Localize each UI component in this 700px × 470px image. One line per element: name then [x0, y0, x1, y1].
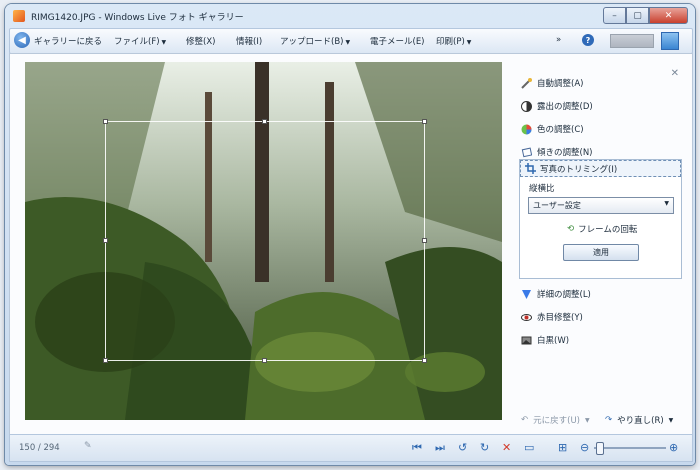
- auto-adjust-label: 自動調整(A): [537, 79, 584, 89]
- color-item[interactable]: 色の調整(C): [521, 121, 584, 137]
- photo-counter: 150 / 294: [19, 443, 60, 453]
- menu-file-label: ファイル(F): [114, 37, 160, 47]
- crop-handle[interactable]: [103, 358, 108, 363]
- fix-pane: ✕ 自動調整(A) 露出の調整(D) 色の調整(C) 傾きの調整(N) 写真のト…: [517, 62, 689, 426]
- chevron-down-icon: ▼: [466, 39, 472, 46]
- crop-handle[interactable]: [422, 238, 427, 243]
- slideshow-icon[interactable]: ▭: [524, 441, 534, 454]
- bw-label: 白黒(W): [537, 336, 570, 346]
- auto-adjust-item[interactable]: 自動調整(A): [521, 75, 583, 91]
- redeye-item[interactable]: 赤目修整(Y): [521, 309, 583, 325]
- back-to-gallery-link[interactable]: ギャラリーに戻る: [34, 35, 102, 47]
- gallery-view-icon[interactable]: [661, 32, 679, 50]
- main-content: ✕ 自動調整(A) 露出の調整(D) 色の調整(C) 傾きの調整(N) 写真のト…: [9, 53, 693, 435]
- straighten-item[interactable]: 傾きの調整(N): [521, 144, 593, 160]
- redeye-icon: [521, 312, 532, 323]
- close-pane-icon[interactable]: ✕: [671, 68, 679, 79]
- detail-item[interactable]: 詳細の調整(L): [521, 286, 591, 302]
- menu-fix[interactable]: 修整(X): [186, 35, 215, 47]
- rotate-left-icon[interactable]: ↺: [458, 441, 467, 454]
- window-title: RIMG1420.JPG - Windows Live フォト ギャラリー: [31, 13, 244, 23]
- crop-handle[interactable]: [262, 119, 267, 124]
- undo-icon: ↶: [521, 415, 529, 425]
- apply-button[interactable]: 適用: [563, 244, 639, 261]
- redo-label: やり直し(R): [617, 416, 664, 426]
- edit-icon[interactable]: ✎: [84, 441, 92, 451]
- crop-panel: 写真のトリミング(I) 縦横比 ユーザー設定 ▼ ⟲ フレームの回転 適用: [519, 159, 682, 279]
- bw-item[interactable]: 白黒(W): [521, 332, 569, 348]
- menu-info[interactable]: 情報(I): [236, 35, 262, 47]
- crop-frame[interactable]: [103, 119, 427, 363]
- window-controls: – ▢ ✕: [603, 7, 688, 24]
- fit-to-window-icon[interactable]: ⊞: [558, 441, 567, 454]
- chevron-down-icon: ▼: [584, 416, 590, 424]
- chevron-down-icon: ▼: [664, 200, 669, 207]
- redeye-label: 赤目修整(Y): [537, 313, 583, 323]
- redo-icon: ↷: [605, 415, 613, 425]
- menu-upload-label: アップロード(B): [280, 37, 344, 47]
- zoom-slider-handle[interactable]: [596, 442, 604, 455]
- exposure-item[interactable]: 露出の調整(D): [521, 98, 593, 114]
- minimize-button[interactable]: –: [603, 7, 626, 24]
- menu-file[interactable]: ファイル(F) ▼: [114, 35, 166, 47]
- title-bar: RIMG1420.JPG - Windows Live フォト ギャラリー – …: [5, 4, 695, 28]
- crop-handle[interactable]: [262, 358, 267, 363]
- previous-icon[interactable]: ⏮: [412, 441, 422, 455]
- bw-icon: [521, 335, 532, 346]
- close-button[interactable]: ✕: [649, 7, 688, 24]
- straighten-icon: [521, 147, 533, 158]
- zoom-slider[interactable]: [594, 442, 666, 455]
- aspect-ratio-select[interactable]: ユーザー設定 ▼: [528, 197, 674, 214]
- menu-print[interactable]: 印刷(P) ▼: [436, 35, 471, 47]
- zoom-in-icon[interactable]: ⊕: [669, 441, 678, 454]
- help-icon[interactable]: ?: [582, 34, 594, 46]
- undo-button[interactable]: ↶ 元に戻す(U) ▼: [521, 412, 590, 428]
- straighten-label: 傾きの調整(N): [537, 148, 593, 158]
- color-label: 色の調整(C): [537, 125, 584, 135]
- menu-overflow[interactable]: »: [556, 35, 561, 45]
- rotate-frame-icon: ⟲: [567, 224, 575, 234]
- aspect-ratio-value: ユーザー設定: [533, 201, 581, 210]
- menu-print-label: 印刷(P): [436, 37, 465, 47]
- redo-button[interactable]: ↷ やり直し(R) ▼: [605, 412, 673, 428]
- next-icon[interactable]: ⏭: [435, 441, 445, 455]
- rotate-frame-label: フレームの回転: [578, 225, 638, 235]
- delete-icon[interactable]: ✕: [502, 441, 511, 454]
- aspect-ratio-label: 縦横比: [529, 184, 555, 194]
- menu-bar: ◀ ギャラリーに戻る ファイル(F) ▼ 修整(X) 情報(I) アップロード(B…: [9, 28, 693, 54]
- detail-label: 詳細の調整(L): [537, 290, 591, 300]
- exposure-icon: [521, 100, 532, 112]
- maximize-button[interactable]: ▢: [626, 7, 649, 24]
- wand-icon: [521, 77, 532, 89]
- rotate-right-icon[interactable]: ↻: [480, 441, 489, 454]
- menu-email[interactable]: 電子メール(E): [370, 35, 425, 47]
- crop-header-label: 写真のトリミング(I): [540, 165, 618, 175]
- chevron-down-icon: ▼: [668, 416, 674, 424]
- rotate-frame-button[interactable]: ⟲ フレームの回転: [567, 223, 637, 235]
- crop-handle[interactable]: [422, 119, 427, 124]
- color-icon: [521, 124, 532, 135]
- account-selector[interactable]: [610, 34, 654, 48]
- photo-canvas[interactable]: [25, 62, 502, 420]
- back-arrow-icon[interactable]: ◀: [14, 32, 30, 48]
- crop-header[interactable]: 写真のトリミング(I): [520, 160, 681, 177]
- detail-icon: [521, 289, 532, 300]
- undo-label: 元に戻す(U): [533, 416, 580, 426]
- menu-upload[interactable]: アップロード(B) ▼: [280, 35, 350, 47]
- crop-handle[interactable]: [103, 238, 108, 243]
- chevron-down-icon: ▼: [161, 39, 167, 46]
- zoom-out-icon[interactable]: ⊖: [580, 441, 589, 454]
- crop-handle[interactable]: [103, 119, 108, 124]
- app-icon: [13, 10, 25, 22]
- chevron-down-icon: ▼: [345, 39, 351, 46]
- app-window: RIMG1420.JPG - Windows Live フォト ギャラリー – …: [5, 4, 695, 465]
- status-bar: 150 / 294 ✎ ⏮ ⏭ ↺ ↻ ✕ ▭ ⊞ ⊖ ⊕: [9, 434, 693, 462]
- exposure-label: 露出の調整(D): [537, 102, 593, 112]
- crop-icon: [525, 163, 536, 177]
- crop-handle[interactable]: [422, 358, 427, 363]
